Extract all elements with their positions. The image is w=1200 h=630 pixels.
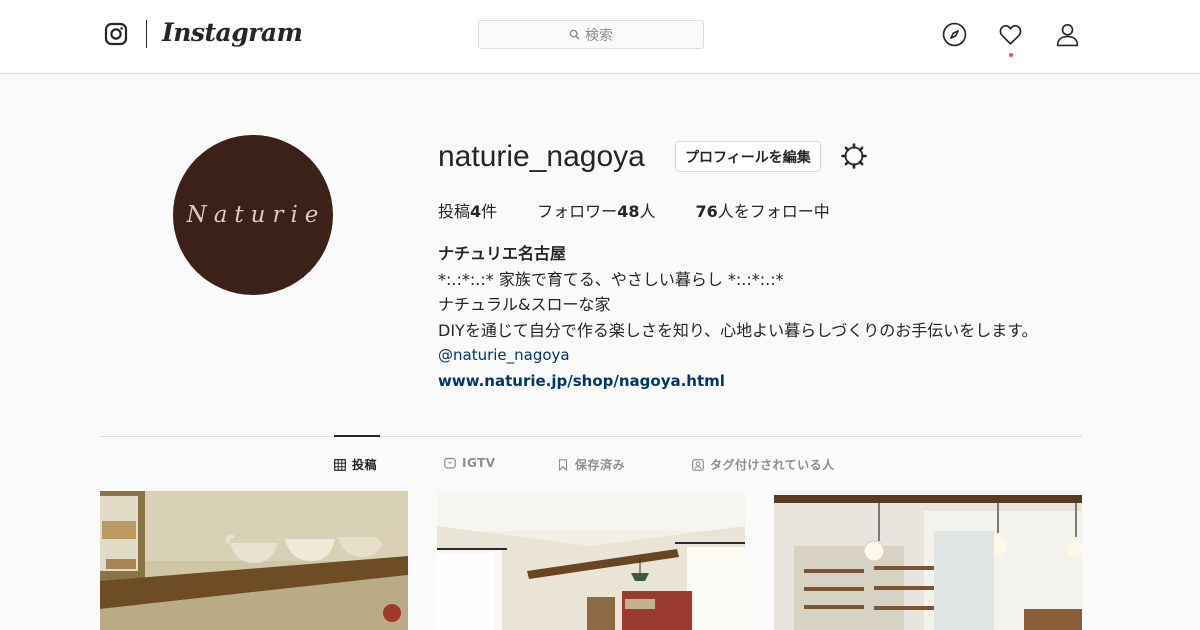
- avatar-logo-text: Naturie: [186, 202, 326, 228]
- notification-dot: [1009, 53, 1013, 57]
- active-tab-indicator: [334, 435, 380, 437]
- tab-saved[interactable]: 保存済み: [557, 456, 625, 473]
- search-icon: [569, 29, 580, 40]
- bio-line: *:.:*:.:* 家族で育てる、やさしい暮らし *:.:*:.:*: [438, 269, 784, 289]
- following-link[interactable]: 76人をフォロー中: [695, 198, 829, 222]
- bio-mention-link[interactable]: @naturie_nagoya: [438, 343, 1038, 369]
- person-icon[interactable]: [1055, 22, 1080, 47]
- tabs-divider: [100, 436, 1082, 437]
- tab-label: タグ付けされている人: [710, 458, 835, 472]
- profile-avatar[interactable]: Naturie: [173, 135, 333, 295]
- profile-display-name: ナチュリエ名古屋: [438, 244, 567, 263]
- followers-link[interactable]: フォロワー48人: [537, 198, 655, 222]
- tab-posts[interactable]: 投稿: [334, 456, 377, 473]
- grid-icon: [334, 458, 346, 471]
- tab-igtv[interactable]: IGTV: [444, 456, 496, 470]
- tagged-person-icon: [692, 458, 704, 471]
- tab-tagged[interactable]: タグ付けされている人: [692, 456, 835, 473]
- gear-icon[interactable]: [841, 143, 867, 169]
- search-placeholder: 検索: [585, 27, 613, 44]
- tab-label: 保存済み: [575, 458, 626, 472]
- search-input[interactable]: 検索: [478, 20, 704, 49]
- profile-stats: 投稿4件 フォロワー48人 76人をフォロー中: [438, 198, 830, 222]
- compass-icon[interactable]: [942, 22, 967, 47]
- igtv-icon: [444, 457, 456, 469]
- profile-bio: ナチュリエ名古屋 *:.:*:.:* 家族で育てる、やさしい暮らし *:.:*:…: [438, 241, 1038, 394]
- website-link[interactable]: www.naturie.jp/shop/nagoya.html: [438, 369, 1038, 395]
- instagram-glyph-icon[interactable]: [104, 22, 128, 46]
- bio-line: DIYを通じて自分で作る楽しさを知り、心地よい暮らしづくりのお手伝いをします。: [438, 320, 1038, 340]
- tab-label: 投稿: [352, 458, 378, 472]
- tab-label: IGTV: [462, 456, 496, 470]
- top-navigation-bar: Instagram 検索: [0, 0, 1200, 74]
- instagram-wordmark[interactable]: Instagram: [162, 18, 303, 47]
- bookmark-icon: [558, 458, 568, 471]
- bio-line: ナチュラル&スローな家: [438, 295, 611, 314]
- logo-divider: [146, 20, 147, 48]
- post-thumbnail[interactable]: [100, 491, 408, 630]
- profile-username: naturie_nagoya: [438, 140, 645, 173]
- post-thumbnail[interactable]: [774, 491, 1082, 630]
- posts-count: 投稿4件: [438, 202, 498, 221]
- heart-icon[interactable]: [998, 22, 1023, 47]
- post-thumbnail[interactable]: [437, 491, 745, 630]
- edit-profile-button[interactable]: プロフィールを編集: [675, 141, 821, 172]
